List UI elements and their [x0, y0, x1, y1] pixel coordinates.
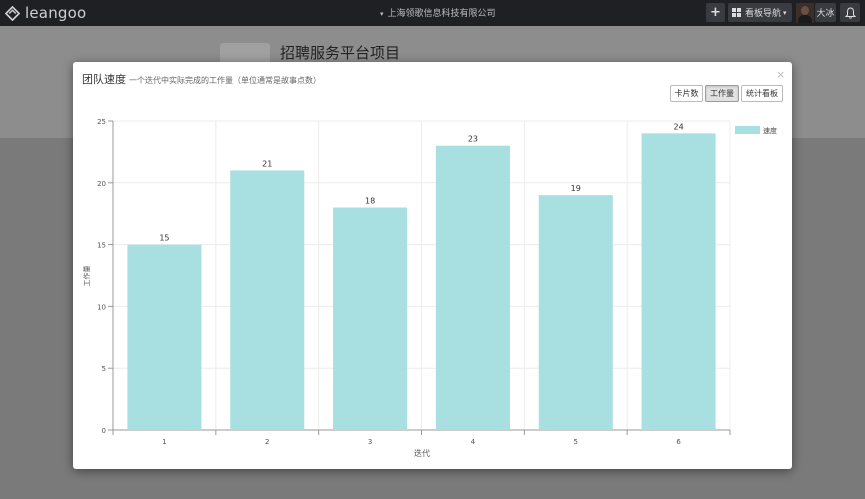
user-name-label: 大冰 — [816, 9, 835, 19]
legend-swatch — [735, 126, 760, 134]
x-tick-label: 5 — [574, 438, 578, 446]
bar — [230, 170, 305, 430]
x-tick-label: 1 — [162, 438, 166, 446]
velocity-modal: 团队速度 一个迭代中实际完成的工作量（单位通常是故事点数） × 卡片数 工作量 统… — [73, 62, 792, 469]
plus-icon: + — [710, 5, 721, 20]
bar-value-label: 23 — [468, 135, 478, 144]
bar — [435, 145, 510, 430]
logo-text: leangoo — [25, 4, 87, 22]
bell-icon — [844, 6, 856, 19]
logo[interactable]: leangoo — [5, 4, 86, 22]
user-name[interactable]: 大冰 — [815, 3, 836, 22]
velocity-chart: 工作量 迭代 速度 0 5 10 15 20 25 15 1 21 2 18 3 23 4 19 5 24 6 — [82, 118, 777, 458]
x-tick-label: 6 — [676, 438, 681, 446]
notification-button[interactable] — [840, 3, 860, 22]
bar — [127, 244, 202, 430]
project-title: 招聘服务平台项目 — [280, 44, 401, 62]
y-tick-label: 10 — [97, 303, 106, 311]
y-axis-label: 工作量 — [82, 266, 91, 287]
board-nav-label: 看板导航 — [745, 9, 782, 19]
bar-value-label: 21 — [262, 159, 272, 168]
bar-value-label: 19 — [571, 184, 581, 193]
top-navbar: leangoo ▾ 上海领歌信息科技有限公司 + 看板导航 ▾ 大冰 — [0, 0, 865, 26]
y-tick-label: 5 — [102, 365, 106, 373]
bar-value-label: 18 — [365, 197, 375, 206]
company-selector[interactable]: ▾ 上海领歌信息科技有限公司 — [380, 6, 496, 19]
bar-value-label: 24 — [673, 122, 683, 131]
x-tick-label: 4 — [471, 438, 476, 446]
x-tick-label: 2 — [265, 438, 269, 446]
bar-value-label: 15 — [159, 234, 169, 243]
y-tick-label: 0 — [102, 427, 106, 435]
x-axis-label: 迭代 — [414, 448, 430, 458]
y-tick-label: 20 — [97, 180, 106, 188]
add-button[interactable]: + — [706, 3, 725, 22]
avatar[interactable] — [796, 3, 814, 23]
logo-icon — [5, 5, 20, 21]
bar — [333, 207, 408, 430]
caret-down-icon: ▾ — [380, 10, 384, 18]
x-tick-label: 3 — [368, 438, 372, 446]
bar — [641, 133, 716, 431]
y-tick-label: 15 — [97, 242, 106, 250]
legend-label: 速度 — [763, 126, 777, 135]
y-tick-label: 25 — [97, 118, 106, 126]
bar — [538, 195, 613, 430]
grid-icon — [732, 8, 741, 17]
caret-down-icon: ▾ — [783, 8, 787, 17]
board-nav-button[interactable]: 看板导航 ▾ — [728, 3, 792, 22]
company-name: 上海领歌信息科技有限公司 — [387, 9, 496, 19]
